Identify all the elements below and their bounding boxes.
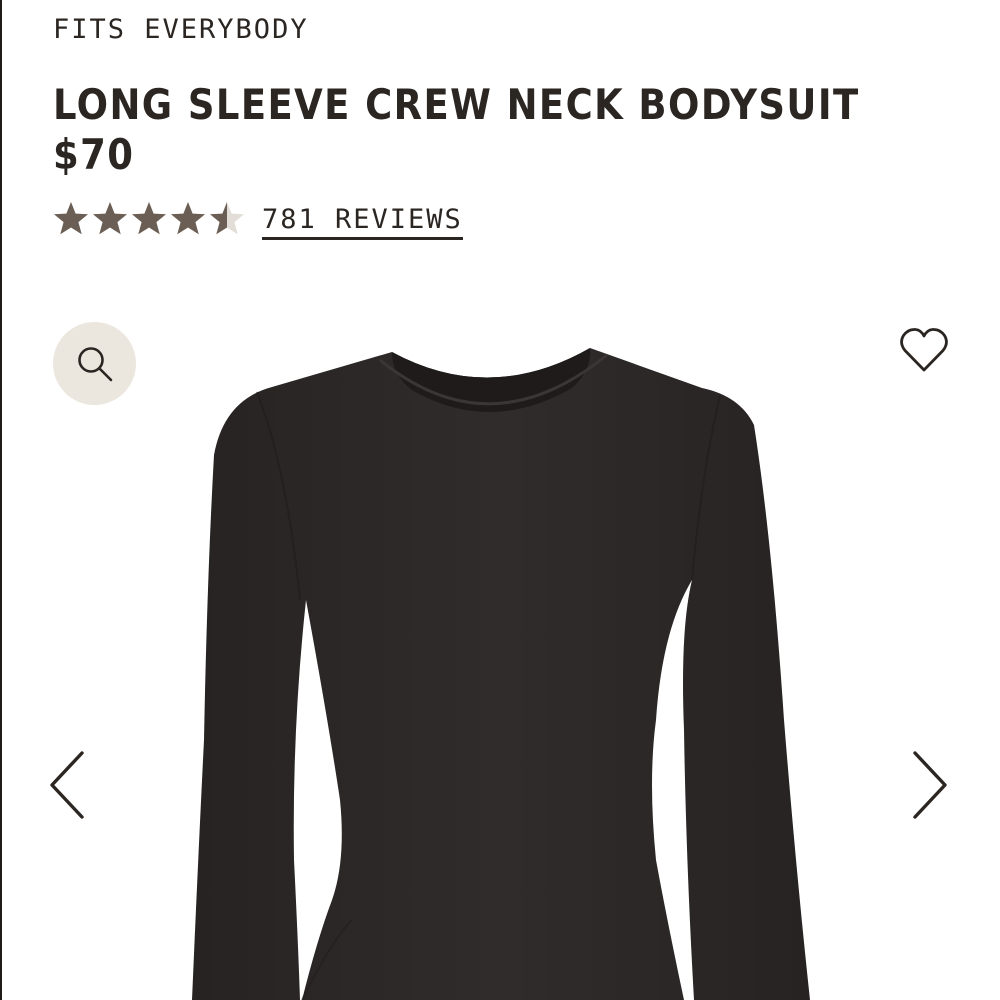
magnifier-icon <box>77 346 112 381</box>
wishlist-button[interactable] <box>896 322 952 378</box>
product-image <box>192 348 810 1000</box>
star-rating[interactable] <box>52 200 246 238</box>
product-title: LONG SLEEVE CREW NECK BODYSUIT <box>53 80 860 129</box>
star-icon <box>132 202 166 235</box>
reviews-link[interactable]: 781 REVIEWS <box>262 204 463 240</box>
next-image-button[interactable] <box>905 745 955 825</box>
zoom-button[interactable] <box>53 322 136 405</box>
bodysuit-garment <box>192 348 810 1000</box>
product-price: $70 <box>53 130 135 179</box>
star-icon <box>171 202 205 235</box>
star-icon <box>93 202 127 235</box>
chevron-left-icon <box>50 751 84 819</box>
collection-label: FITS EVERYBODY <box>53 14 309 45</box>
star-icon <box>210 202 244 235</box>
chevron-right-icon <box>913 751 947 819</box>
heart-outline-icon <box>900 328 948 372</box>
product-gallery[interactable] <box>2 300 1000 1000</box>
previous-image-button[interactable] <box>42 745 92 825</box>
star-icon <box>54 202 88 235</box>
